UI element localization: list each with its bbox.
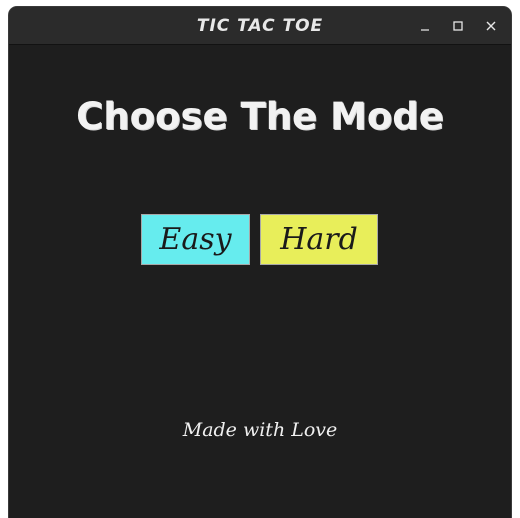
easy-button[interactable]: Easy <box>141 214 250 265</box>
hard-button[interactable]: Hard <box>260 214 378 265</box>
mode-heading: Choose The Mode <box>76 95 444 138</box>
minimize-icon <box>419 20 431 32</box>
app-window: TIC TAC TOE Choose The Mode Easy Hard Ma… <box>9 7 511 518</box>
maximize-icon <box>452 20 464 32</box>
minimize-button[interactable] <box>413 14 437 38</box>
close-icon <box>485 20 497 32</box>
main-content: Choose The Mode Easy Hard Made with Love <box>9 45 511 518</box>
footer-credit: Made with Love <box>182 419 338 441</box>
close-button[interactable] <box>479 14 503 38</box>
title-bar[interactable]: TIC TAC TOE <box>9 7 511 45</box>
maximize-button[interactable] <box>446 14 470 38</box>
